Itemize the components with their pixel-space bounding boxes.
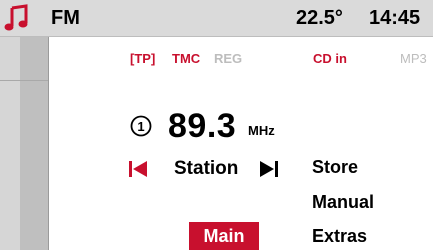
tmc-indicator[interactable]: TMC	[172, 51, 200, 67]
seek-back-icon[interactable]	[127, 159, 149, 179]
radio-screen: FM 22.5° 14:45 [TP] TMC REG CD in MP3 1 …	[0, 0, 433, 250]
main-button[interactable]: Main	[189, 222, 259, 250]
cd-in-indicator[interactable]: CD in	[313, 51, 347, 67]
mp3-indicator[interactable]: MP3	[400, 51, 427, 67]
clock: 14:45	[369, 7, 421, 29]
frequency-unit: MHz	[248, 123, 275, 138]
manual-button[interactable]: Manual	[312, 190, 374, 214]
side-panel-divider	[0, 80, 49, 81]
station-label: Station	[174, 158, 239, 179]
side-panel-edge	[48, 37, 49, 250]
frequency-display: 89.3	[168, 107, 237, 145]
reg-indicator[interactable]: REG	[214, 51, 242, 67]
store-button[interactable]: Store	[312, 155, 358, 179]
temperature-readout: 22.5°	[296, 7, 343, 29]
seek-forward-icon[interactable]	[258, 159, 280, 179]
status-bar: FM 22.5° 14:45	[0, 0, 433, 37]
side-panel	[0, 37, 49, 250]
band-label: FM	[51, 7, 80, 29]
extras-button[interactable]: Extras	[312, 224, 367, 248]
preset-number-icon: 1	[130, 115, 152, 137]
music-note-icon[interactable]	[4, 4, 30, 32]
tp-indicator[interactable]: [TP]	[130, 51, 155, 67]
svg-text:1: 1	[137, 119, 144, 134]
side-panel-strip	[20, 37, 49, 250]
